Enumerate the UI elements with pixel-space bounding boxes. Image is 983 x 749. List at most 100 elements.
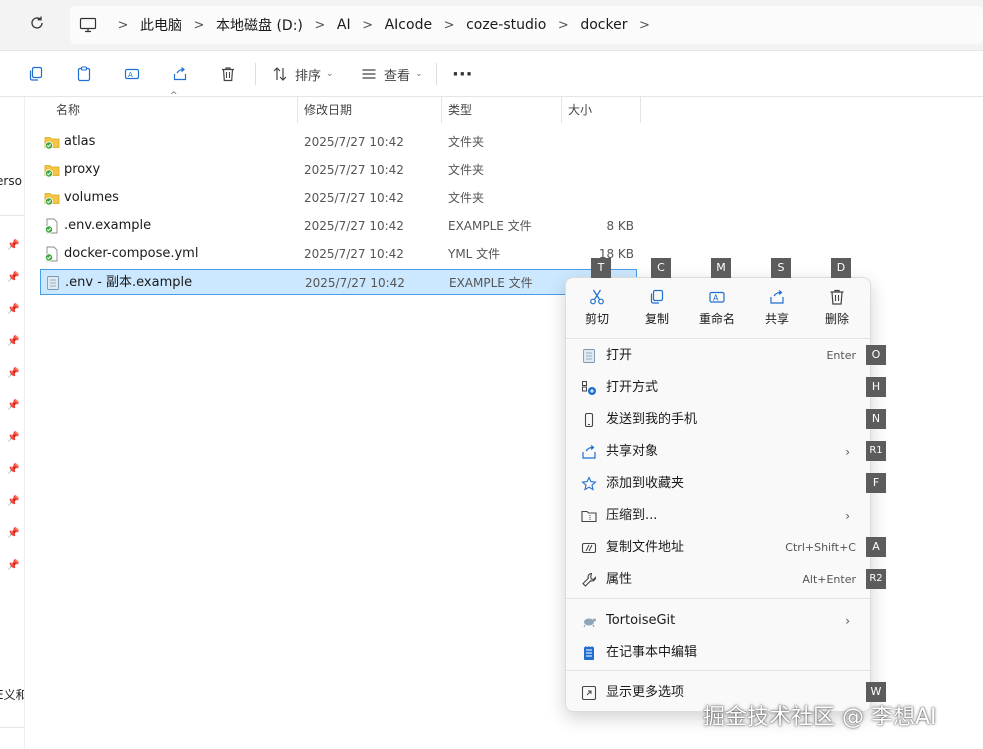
nav-divider bbox=[0, 215, 24, 216]
chevron-right-icon: › bbox=[845, 445, 850, 459]
crumb-this-pc[interactable]: 此电脑 bbox=[140, 15, 182, 35]
chevron-right-icon[interactable]: > bbox=[432, 18, 466, 33]
open-with-icon bbox=[580, 379, 598, 397]
rename-button[interactable]: A bbox=[122, 63, 142, 85]
pin-icon[interactable]: 📌 bbox=[7, 368, 19, 380]
column-size[interactable]: 大小 bbox=[568, 97, 592, 123]
column-header: ^ 名称 修改日期 类型 大小 bbox=[24, 91, 983, 123]
menu-divider bbox=[566, 598, 870, 599]
quick-action-scissors[interactable]: 剪切 bbox=[571, 286, 623, 332]
pin-icon[interactable]: 📌 bbox=[7, 432, 19, 444]
quick-action-trash[interactable]: 删除 bbox=[811, 286, 863, 332]
chevron-right-icon[interactable]: > bbox=[351, 18, 385, 33]
file-icon bbox=[44, 218, 60, 234]
crumb-local-disk[interactable]: 本地磁盘 (D:) bbox=[216, 15, 303, 35]
column-type[interactable]: 类型 bbox=[448, 97, 472, 123]
menu-item-shortcut: Enter bbox=[826, 349, 856, 362]
pin-icon[interactable]: 📌 bbox=[7, 560, 19, 572]
access-key-badge: T bbox=[591, 258, 611, 278]
crumb-coze-studio[interactable]: coze-studio bbox=[466, 17, 546, 33]
folder-icon bbox=[44, 134, 60, 150]
file-row[interactable]: proxy 2025/7/27 10:42 文件夹 bbox=[40, 157, 637, 183]
column-divider[interactable] bbox=[297, 97, 298, 123]
file-row[interactable]: .env.example 2025/7/27 10:42 EXAMPLE 文件 8 K… bbox=[40, 213, 637, 239]
file-row[interactable]: atlas 2025/7/27 10:42 文件夹 bbox=[40, 129, 637, 155]
menu-item-open-with[interactable]: 打开方式 bbox=[572, 372, 864, 404]
quick-action-rename[interactable]: A 重命名 bbox=[691, 286, 743, 332]
menu-item-tortoisegit[interactable]: TortoiseGit › bbox=[572, 605, 864, 637]
chevron-right-icon[interactable]: > bbox=[546, 18, 580, 33]
chevron-right-icon[interactable]: > bbox=[303, 18, 337, 33]
sort-button[interactable]: 排序 ⌄ bbox=[270, 63, 334, 85]
pin-icon[interactable]: 📌 bbox=[7, 272, 19, 284]
file-date: 2025/7/27 10:42 bbox=[304, 191, 404, 205]
menu-item-label: TortoiseGit bbox=[606, 613, 676, 628]
file-row-selected[interactable]: .env - 副本.example 2025/7/27 10:42 EXAMPLE … bbox=[40, 269, 637, 295]
column-divider[interactable] bbox=[561, 97, 562, 123]
pin-icon[interactable]: 📌 bbox=[7, 400, 19, 412]
paste-icon bbox=[74, 64, 94, 84]
menu-item-path[interactable]: 复制文件地址 Ctrl+Shift+C bbox=[572, 532, 864, 564]
menu-item-star[interactable]: 添加到收藏夹 bbox=[572, 468, 864, 500]
pin-icon[interactable]: 📌 bbox=[7, 304, 19, 316]
column-date[interactable]: 修改日期 bbox=[304, 97, 352, 123]
menu-item-label: 打开 bbox=[606, 348, 633, 363]
quick-action-label: 剪切 bbox=[584, 312, 609, 326]
watermark: 掘金技术社区 @ 李想AI bbox=[703, 705, 937, 730]
copy-button[interactable] bbox=[26, 63, 46, 85]
file-name: .env - 副本.example bbox=[65, 275, 193, 290]
navigation-pane: erso 📌 📌 📌 📌 📌 📌 📌 📌 📌 📌 📌 E义和 bbox=[0, 97, 25, 749]
pin-icon[interactable]: 📌 bbox=[7, 464, 19, 476]
menu-item-shortcut: Alt+Enter bbox=[802, 573, 856, 586]
chevron-right-icon[interactable]: > bbox=[106, 18, 140, 33]
column-name[interactable]: 名称 bbox=[56, 97, 80, 123]
file-name: proxy bbox=[64, 162, 101, 177]
menu-item-archive[interactable]: 压缩到... › bbox=[572, 500, 864, 532]
menu-item-share[interactable]: 共享对象 › bbox=[572, 436, 864, 468]
column-divider[interactable] bbox=[441, 97, 442, 123]
quick-action-label: 共享 bbox=[764, 312, 789, 326]
paste-button[interactable] bbox=[74, 63, 94, 85]
file-name: .env.example bbox=[64, 218, 152, 233]
chevron-right-icon[interactable]: > bbox=[627, 18, 661, 33]
quick-action-share[interactable]: 共享 bbox=[751, 286, 803, 332]
menu-item-label: 打开方式 bbox=[606, 380, 659, 395]
pin-icon[interactable]: 📌 bbox=[7, 528, 19, 540]
breadcrumb[interactable]: > 此电脑 > 本地磁盘 (D:) > AI > AIcode > coze-s… bbox=[70, 6, 983, 44]
nav-item-text[interactable]: erso bbox=[0, 174, 22, 188]
column-divider[interactable] bbox=[640, 97, 641, 123]
delete-button[interactable] bbox=[218, 63, 238, 85]
file-type: EXAMPLE 文件 bbox=[448, 219, 532, 233]
pin-icon[interactable]: 📌 bbox=[7, 496, 19, 508]
menu-item-notepad-edit[interactable]: 在记事本中编辑 bbox=[572, 637, 864, 669]
file-row[interactable]: volumes 2025/7/27 10:42 文件夹 bbox=[40, 185, 637, 211]
crumb-docker[interactable]: docker bbox=[580, 17, 627, 33]
file-size bbox=[560, 157, 634, 183]
pin-icon[interactable]: 📌 bbox=[7, 240, 19, 252]
file-row[interactable]: docker-compose.yml 2025/7/27 10:42 YML 文件 1… bbox=[40, 241, 637, 267]
refresh-icon[interactable] bbox=[26, 14, 48, 36]
menu-item-phone[interactable]: 发送到我的手机 bbox=[572, 404, 864, 436]
file-size bbox=[560, 185, 634, 211]
more-options-button[interactable]: ··· bbox=[452, 63, 473, 85]
folder-icon bbox=[44, 162, 60, 178]
file-name: atlas bbox=[64, 134, 96, 149]
menu-item-notepad[interactable]: 打开 Enter bbox=[572, 340, 864, 372]
share-button[interactable] bbox=[170, 63, 190, 85]
pin-icon[interactable]: 📌 bbox=[7, 336, 19, 348]
access-key-badge: R2 bbox=[866, 569, 886, 589]
quick-action-copy[interactable]: 复制 bbox=[631, 286, 683, 332]
computer-icon[interactable] bbox=[70, 17, 106, 33]
quick-action-label: 删除 bbox=[824, 312, 849, 326]
crumb-ai[interactable]: AI bbox=[337, 17, 351, 33]
star-icon bbox=[580, 475, 598, 493]
chevron-right-icon[interactable]: > bbox=[182, 18, 216, 33]
menu-item-label: 共享对象 bbox=[606, 444, 659, 459]
view-button[interactable]: 查看 ⌄ bbox=[359, 63, 423, 85]
menu-item-wrench[interactable]: 属性 Alt+Enter bbox=[572, 564, 864, 596]
crumb-aicode[interactable]: AIcode bbox=[385, 17, 432, 33]
access-key-badge: A bbox=[866, 537, 886, 557]
nav-item-text[interactable]: E义和 bbox=[0, 686, 24, 703]
nav-divider bbox=[0, 727, 24, 728]
more-options-icon bbox=[580, 684, 598, 702]
